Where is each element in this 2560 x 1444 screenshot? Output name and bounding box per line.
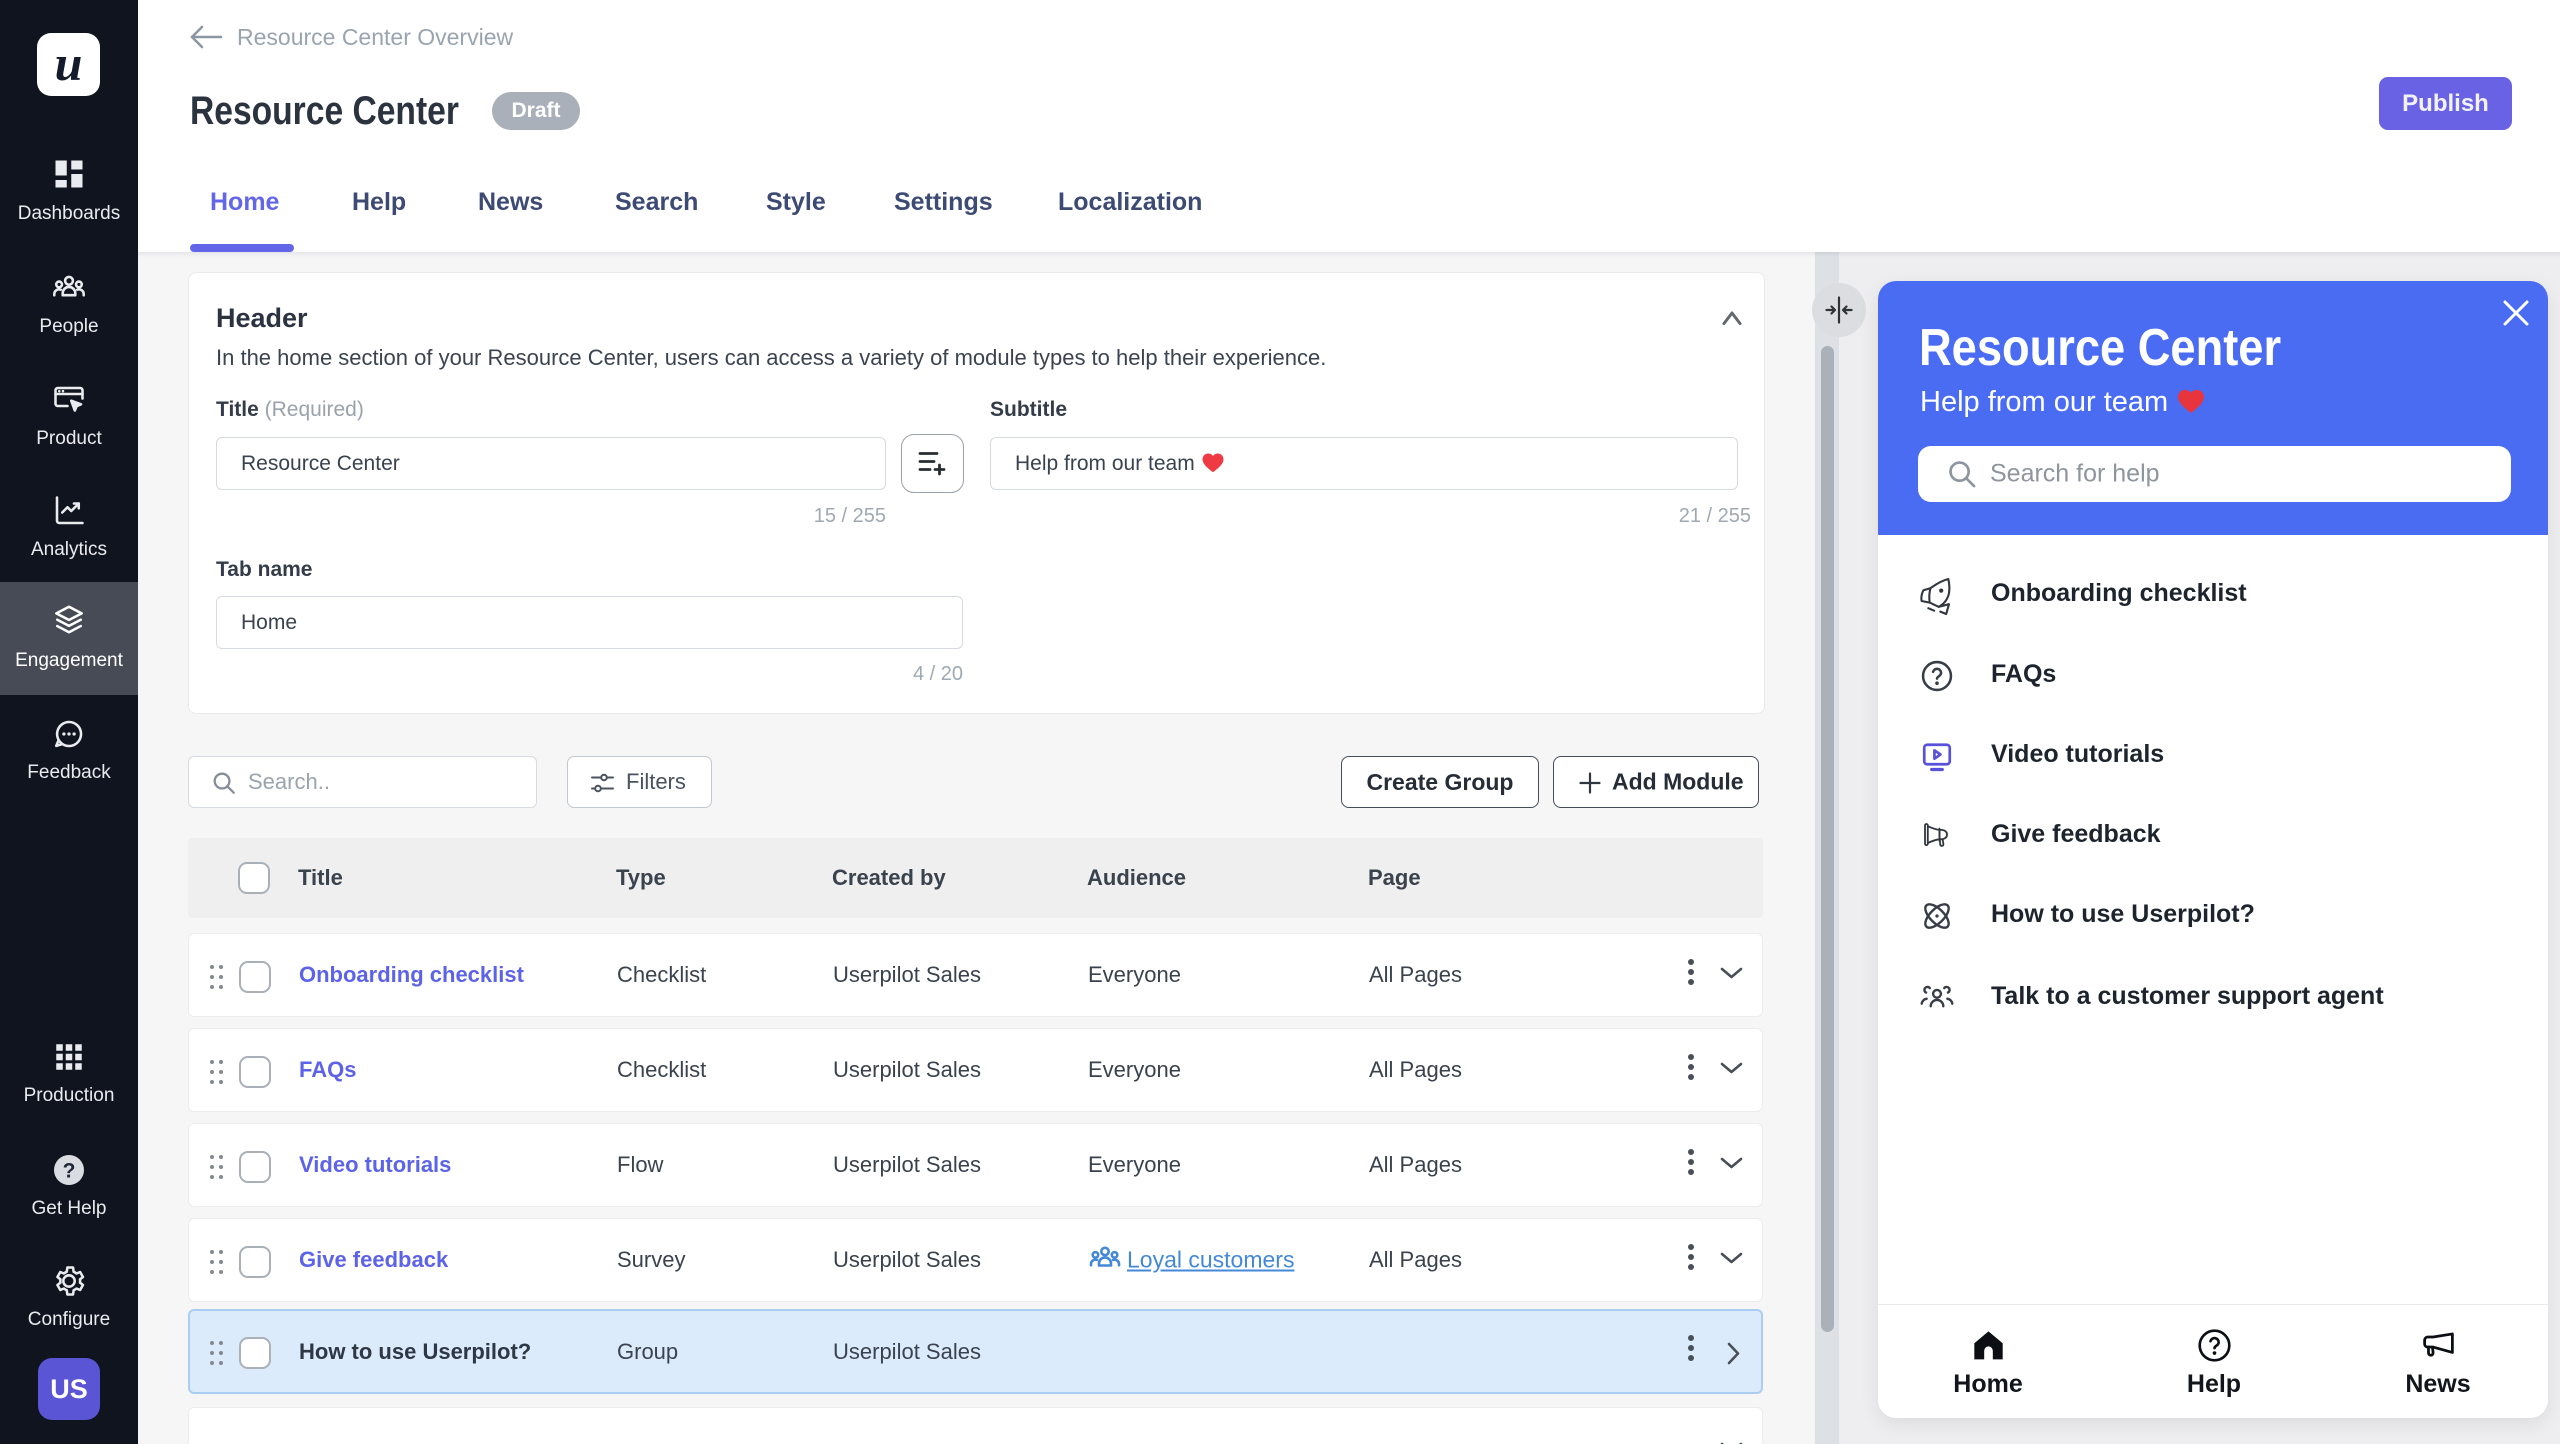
svg-text:?: ? xyxy=(63,1160,76,1183)
